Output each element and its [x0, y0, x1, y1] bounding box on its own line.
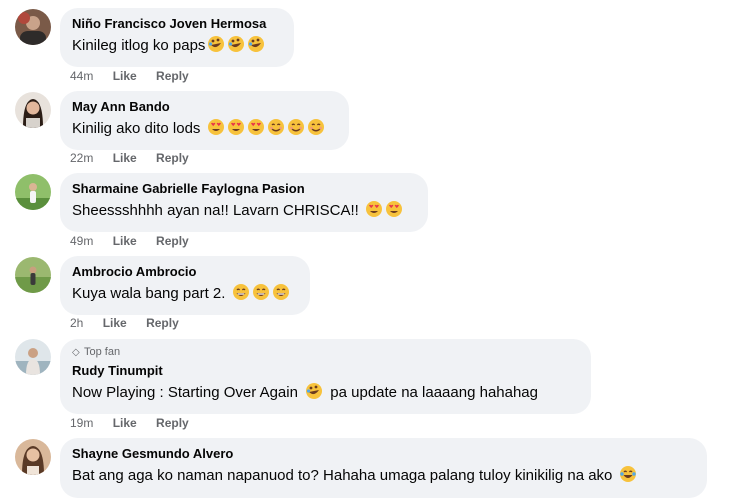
- reply-button[interactable]: Reply: [146, 316, 179, 330]
- grin-emoji: [272, 283, 290, 307]
- heart-eyes-emoji: [365, 200, 383, 224]
- comment-body: Kinilig ako dito lods: [72, 120, 201, 137]
- comment-text: Sheessshhhh ayan na!! Lavarn CHRISCA!!: [72, 200, 416, 224]
- comment-body: Kuya wala bang part 2.: [72, 285, 226, 302]
- comment-bubble: Ambrocio Ambrocio Kuya wala bang part 2.: [60, 256, 310, 315]
- comment-bubble: ◇ Top fan Rudy Tinumpit Now Playing : Sta…: [60, 339, 591, 414]
- reply-button[interactable]: Reply: [156, 416, 189, 430]
- like-button[interactable]: Like: [113, 69, 137, 83]
- reply-button[interactable]: Reply: [156, 151, 189, 165]
- author-name[interactable]: May Ann Bando: [72, 98, 337, 115]
- comment-bubble: May Ann Bando Kinilig ako dito lods: [60, 91, 349, 150]
- comment-time[interactable]: 2h: [70, 316, 83, 330]
- comment-body: Bat ang aga ko naman napanuod to? Hahaha…: [72, 467, 617, 484]
- heart-eyes-emoji: [385, 200, 403, 224]
- rofl-emoji: [247, 35, 265, 59]
- rofl-emoji: [207, 35, 225, 59]
- avatar[interactable]: [15, 257, 51, 293]
- comment-text: Kinileg itlog ko paps: [72, 35, 282, 59]
- heart-eyes-emoji: [247, 118, 265, 142]
- comment-time[interactable]: 44m: [70, 69, 93, 83]
- smile-emoji: [267, 118, 285, 142]
- comment-bubble: Sharmaine Gabrielle Faylogna Pasion Shee…: [60, 173, 428, 232]
- author-name[interactable]: Ambrocio Ambrocio: [72, 263, 298, 280]
- author-name[interactable]: Niño Francisco Joven Hermosa: [72, 15, 282, 32]
- comment-body-continued: pa update na laaaang hahahag: [326, 384, 538, 401]
- comment-actions: 49m Like Reply: [70, 233, 205, 249]
- grin-emoji: [232, 283, 250, 307]
- comment-actions: 2h Like Reply: [70, 315, 195, 331]
- like-button[interactable]: Like: [113, 234, 137, 248]
- laugh-tears-emoji: [619, 465, 637, 489]
- like-button[interactable]: Like: [113, 151, 137, 165]
- like-button[interactable]: Like: [103, 316, 127, 330]
- avatar[interactable]: [15, 9, 51, 45]
- comment-bubble: Niño Francisco Joven Hermosa Kinileg itl…: [60, 8, 294, 67]
- avatar[interactable]: [15, 339, 51, 375]
- rofl-emoji: [305, 382, 323, 406]
- comment-time[interactable]: 22m: [70, 151, 93, 165]
- comment-actions: 44m Like Reply: [70, 68, 205, 84]
- avatar[interactable]: [15, 92, 51, 128]
- comment-bubble: Shayne Gesmundo Alvero Bat ang aga ko na…: [60, 438, 707, 498]
- comment-body: Sheessshhhh ayan na!! Lavarn CHRISCA!!: [72, 202, 363, 219]
- comment-text: Kinilig ako dito lods: [72, 118, 337, 142]
- diamond-icon: ◇: [72, 347, 80, 358]
- comment-text: Now Playing : Starting Over Again pa upd…: [72, 382, 579, 406]
- comment-body: Now Playing : Starting Over Again: [72, 384, 303, 401]
- comment-time[interactable]: 49m: [70, 234, 93, 248]
- comment-time[interactable]: 19m: [70, 416, 93, 430]
- comment-actions: 22m Like Reply: [70, 150, 205, 166]
- like-button[interactable]: Like: [113, 416, 137, 430]
- comment-text: Kuya wala bang part 2.: [72, 283, 298, 307]
- smile-emoji: [307, 118, 325, 142]
- grin-emoji: [252, 283, 270, 307]
- reply-button[interactable]: Reply: [156, 234, 189, 248]
- comment-body: Kinileg itlog ko paps: [72, 37, 206, 54]
- rofl-emoji: [227, 35, 245, 59]
- comment-actions: 19m Like Reply: [70, 415, 205, 431]
- heart-eyes-emoji: [227, 118, 245, 142]
- badge-label: Top fan: [84, 346, 121, 358]
- author-name[interactable]: Shayne Gesmundo Alvero: [72, 445, 695, 462]
- avatar[interactable]: [15, 439, 51, 475]
- avatar[interactable]: [15, 174, 51, 210]
- smile-emoji: [287, 118, 305, 142]
- heart-eyes-emoji: [207, 118, 225, 142]
- reply-button[interactable]: Reply: [156, 69, 189, 83]
- top-fan-badge: ◇ Top fan: [72, 345, 579, 360]
- comment-text: Bat ang aga ko naman napanuod to? Hahaha…: [72, 465, 695, 489]
- author-name[interactable]: Sharmaine Gabrielle Faylogna Pasion: [72, 180, 416, 197]
- author-name[interactable]: Rudy Tinumpit: [72, 362, 579, 379]
